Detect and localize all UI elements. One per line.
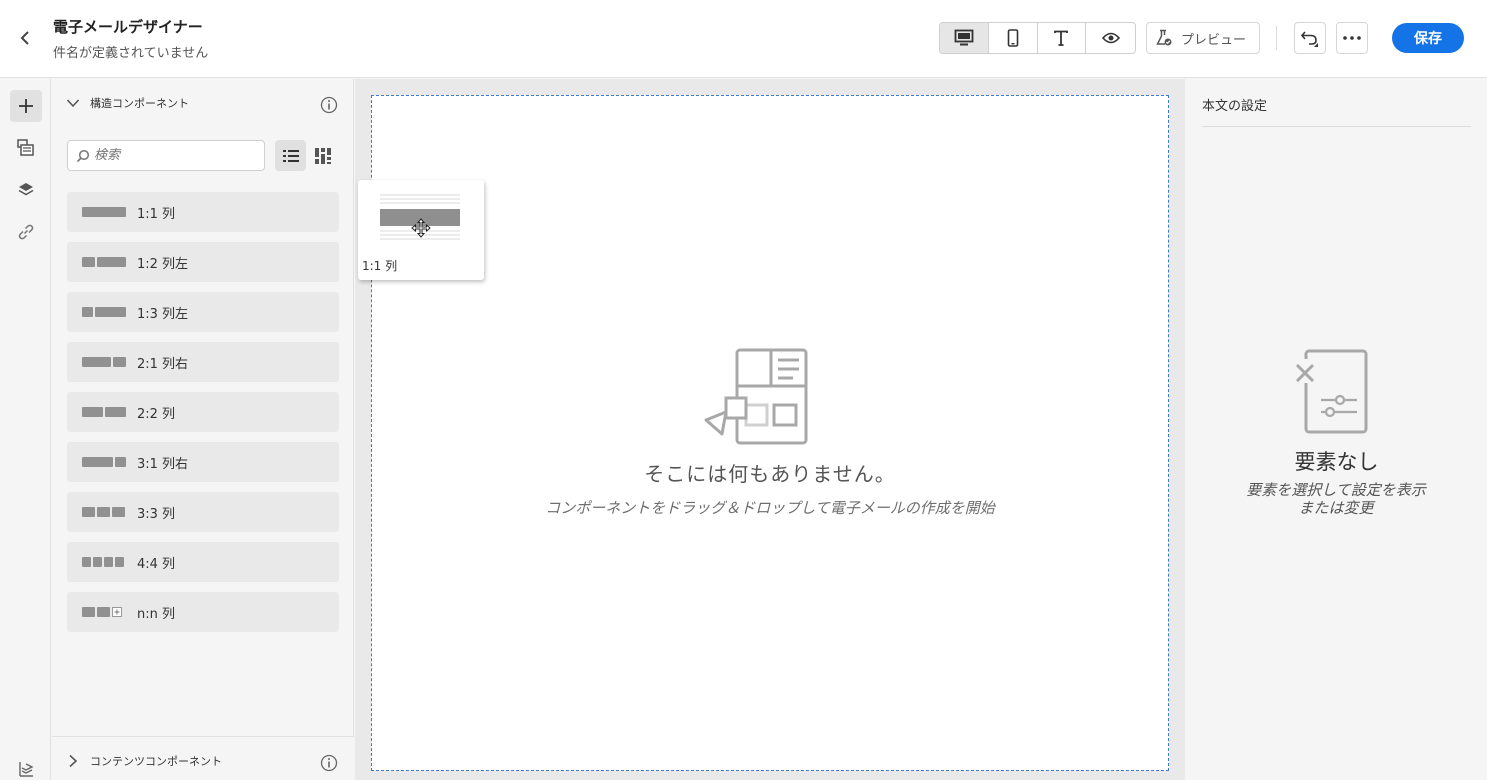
- component-1-2-column-left[interactable]: 1:2 列左: [67, 242, 339, 282]
- settings-panel-title: 本文の設定: [1202, 99, 1268, 114]
- layers-icon: [18, 183, 34, 196]
- component-label: 2:1 列右: [137, 356, 189, 372]
- text-view-button[interactable]: [1038, 23, 1087, 53]
- component-4-4-column[interactable]: 4:4 列: [67, 542, 339, 582]
- component-1-3-column-left[interactable]: 1:3 列左: [67, 292, 339, 332]
- undo-icon: [1300, 31, 1318, 47]
- column-layout-icon: [82, 307, 126, 317]
- fragments-icon: [17, 139, 34, 156]
- component-2-2-column[interactable]: 2:2 列: [67, 392, 339, 432]
- component-3-1-column-right[interactable]: 3:1 列右: [67, 442, 339, 482]
- search-icon: [76, 149, 90, 162]
- column-layout-icon: [82, 407, 126, 417]
- component-n-n-column[interactable]: n:n 列: [67, 592, 339, 632]
- rail-add-components[interactable]: [10, 90, 42, 122]
- desktop-icon: [954, 29, 974, 46]
- content-section-title: コンテンツコンポーネント: [90, 755, 222, 768]
- structure-section-toggle[interactable]: 構造コンポーネント: [66, 95, 189, 111]
- component-label: n:n 列: [137, 606, 175, 622]
- layer-settings-icon: [19, 762, 34, 777]
- no-element-subtitle: 要素を選択して設定を表示または変更: [1246, 481, 1426, 517]
- components-panel: 構造コンポーネント 1:1 列 1:2 列左 1:3 列左 2:1 列右 2:2: [52, 79, 354, 780]
- chevron-right-icon: [69, 754, 78, 768]
- content-section-toggle[interactable]: コンテンツコンポーネント: [66, 753, 222, 769]
- info-icon[interactable]: [320, 96, 338, 114]
- component-label: 3:3 列: [137, 506, 176, 522]
- empty-canvas-subtitle: コンポーネントをドラッグ＆ドロップして電子メールの作成を開始: [545, 499, 995, 517]
- list-view-icon: [282, 149, 299, 162]
- structure-section-title: 構造コンポーネント: [90, 97, 189, 110]
- no-element-title: 要素なし: [1294, 450, 1379, 474]
- undo-button[interactable]: [1294, 22, 1326, 54]
- link-icon: [18, 224, 34, 240]
- back-button[interactable]: [14, 26, 36, 50]
- component-label: 1:2 列左: [137, 256, 189, 272]
- component-3-3-column[interactable]: 3:3 列: [67, 492, 339, 532]
- list-view-toggle[interactable]: [275, 140, 306, 171]
- no-element-settings-icon: [1293, 349, 1368, 434]
- column-layout-icon: [82, 507, 126, 517]
- preview-button[interactable]: プレビュー: [1146, 22, 1260, 54]
- component-label: 1:3 列左: [137, 306, 189, 322]
- component-label: 2:2 列: [137, 406, 176, 422]
- view-mode-group: [939, 22, 1136, 54]
- component-1-1-column[interactable]: 1:1 列: [67, 192, 339, 232]
- more-icon: [1343, 36, 1361, 40]
- rail-layer-settings[interactable]: [10, 753, 42, 780]
- plus-box-icon: [112, 607, 122, 617]
- empty-canvas-illustration-icon: [704, 348, 808, 445]
- more-options-button[interactable]: [1336, 22, 1368, 54]
- page-subtitle: 件名が定義されていません: [53, 46, 209, 61]
- component-label: 4:4 列: [137, 556, 176, 572]
- grid-view-icon: [314, 147, 331, 164]
- chevron-down-icon: [66, 99, 80, 108]
- header: 電子メールデザイナー 件名が定義されていません プレビュー 保存: [0, 0, 1487, 78]
- mobile-icon: [1007, 29, 1018, 47]
- flask-check-icon: [1156, 29, 1172, 46]
- search-input[interactable]: [94, 148, 264, 163]
- column-layout-icon: [82, 257, 126, 267]
- column-layout-icon: [82, 457, 126, 467]
- left-rail: [0, 79, 51, 780]
- preview-label: プレビュー: [1181, 32, 1247, 48]
- rail-fragments[interactable]: [10, 132, 42, 164]
- dragged-component-label: 1:1 列: [362, 259, 398, 273]
- settings-divider: [1202, 126, 1471, 127]
- plus-icon: [19, 99, 33, 113]
- mobile-view-button[interactable]: [989, 23, 1038, 53]
- component-2-1-column-right[interactable]: 2:1 列右: [67, 342, 339, 382]
- dragged-component-card[interactable]: 1:1 列: [358, 180, 484, 280]
- move-cursor-icon: [411, 218, 431, 238]
- column-layout-icon: [82, 207, 126, 217]
- save-button[interactable]: 保存: [1392, 23, 1464, 53]
- search-field: [67, 140, 265, 171]
- settings-panel: 本文の設定 要素なし 要素を選択して設定を表示または変更: [1186, 79, 1487, 780]
- rail-layers[interactable]: [10, 174, 42, 206]
- text-icon: [1054, 30, 1069, 46]
- column-layout-icon: [82, 557, 126, 567]
- info-icon[interactable]: [320, 754, 338, 772]
- component-label: 3:1 列右: [137, 456, 189, 472]
- content-components-section: コンテンツコンポーネント: [52, 736, 354, 780]
- column-layout-icon: [82, 607, 126, 617]
- preview-eye-button[interactable]: [1086, 23, 1135, 53]
- structure-component-list: 1:1 列 1:2 列左 1:3 列左 2:1 列右 2:2 列 3:1 列右 …: [67, 192, 339, 642]
- component-label: 1:1 列: [137, 206, 176, 222]
- page-title: 電子メールデザイナー: [53, 18, 203, 36]
- email-canvas-dropzone[interactable]: [371, 95, 1169, 771]
- column-layout-icon: [82, 357, 126, 367]
- chevron-left-icon: [20, 31, 29, 45]
- toolbar-divider: [1276, 26, 1277, 50]
- desktop-view-button[interactable]: [940, 23, 989, 53]
- rail-links[interactable]: [10, 216, 42, 248]
- eye-icon: [1101, 32, 1120, 44]
- empty-canvas-title: そこには何もありません。: [644, 462, 896, 486]
- grid-view-toggle[interactable]: [307, 140, 338, 171]
